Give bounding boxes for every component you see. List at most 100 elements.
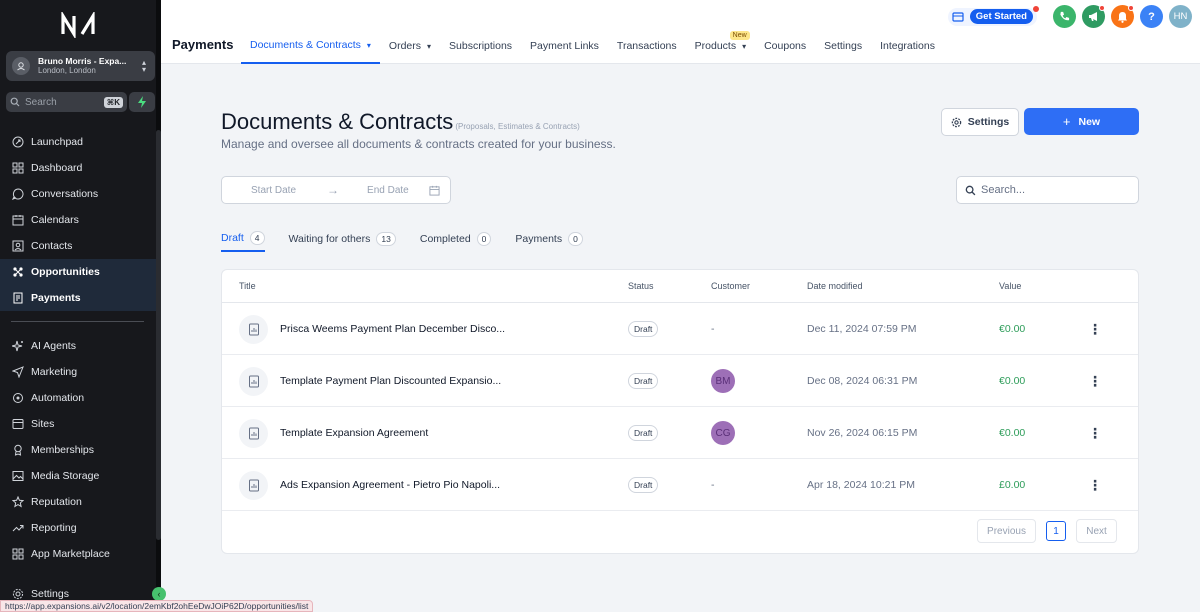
tab-payments[interactable]: Payments 0 bbox=[515, 226, 583, 252]
new-document-button[interactable]: + New bbox=[1024, 108, 1139, 135]
more-options-icon[interactable]: ⋮ bbox=[1088, 425, 1102, 442]
payments-icon bbox=[11, 291, 25, 305]
sidebar-item-automation[interactable]: Automation bbox=[0, 385, 156, 411]
sidebar-item-conversations[interactable]: Conversations bbox=[0, 181, 156, 207]
sidebar-item-reporting[interactable]: Reporting bbox=[0, 515, 156, 541]
brand-logo[interactable] bbox=[60, 12, 100, 38]
announcements-button[interactable] bbox=[1082, 5, 1105, 28]
table-header: Title Status Customer Date modified Valu… bbox=[222, 270, 1138, 303]
get-started-widget[interactable]: Get Started bbox=[947, 5, 1039, 26]
table-row[interactable]: Ads Expansion Agreement - Pietro Pio Nap… bbox=[222, 459, 1138, 511]
link-status-bar: https://app.expansions.ai/v2/location/2e… bbox=[0, 600, 314, 612]
date-range-picker[interactable]: Start Date → End Date bbox=[221, 176, 451, 204]
tab-label: Documents & Contracts bbox=[250, 39, 361, 51]
tab-waiting-for-others[interactable]: Waiting for others 13 bbox=[289, 226, 396, 252]
send-icon bbox=[11, 365, 25, 379]
sidebar-item-opportunities[interactable]: Opportunities bbox=[0, 259, 156, 285]
previous-page-button[interactable]: Previous bbox=[977, 519, 1036, 543]
table-row[interactable]: Template Expansion Agreement Draft CG No… bbox=[222, 407, 1138, 459]
column-customer[interactable]: Customer bbox=[711, 281, 750, 291]
get-started-button[interactable]: Get Started bbox=[969, 9, 1033, 24]
help-button[interactable]: ? bbox=[1140, 5, 1163, 28]
sidebar-item-launchpad[interactable]: Launchpad bbox=[0, 129, 156, 155]
quick-action-button[interactable] bbox=[129, 92, 155, 112]
document-title[interactable]: Template Expansion Agreement bbox=[280, 407, 428, 459]
sidebar-search[interactable]: Search ⌘K bbox=[6, 92, 127, 112]
tab-count: 0 bbox=[568, 232, 583, 246]
sidebar-item-label: Opportunities bbox=[31, 266, 100, 278]
tab-documents-contracts[interactable]: Documents & Contracts ▾ bbox=[241, 28, 380, 64]
more-options-icon[interactable]: ⋮ bbox=[1088, 477, 1102, 494]
tab-draft[interactable]: Draft 4 bbox=[221, 226, 265, 252]
tab-products[interactable]: Products ▾ New bbox=[686, 28, 755, 64]
customer-avatar[interactable]: CG bbox=[711, 421, 735, 445]
date-modified: Nov 26, 2024 06:15 PM bbox=[807, 427, 918, 439]
sidebar-item-sites[interactable]: Sites bbox=[0, 411, 156, 437]
notifications-button[interactable] bbox=[1111, 5, 1134, 28]
search-input[interactable]: Search... bbox=[956, 176, 1139, 204]
settings-button-label: Settings bbox=[967, 116, 1010, 128]
tab-subscriptions[interactable]: Subscriptions bbox=[440, 28, 521, 64]
customer-avatar[interactable]: BM bbox=[711, 369, 735, 393]
sidebar-item-label: App Marketplace bbox=[31, 548, 110, 560]
status-badge: Draft bbox=[628, 477, 659, 493]
document-icon bbox=[239, 366, 268, 396]
sidebar-scrollbar[interactable] bbox=[156, 130, 161, 540]
tab-orders[interactable]: Orders ▾ bbox=[380, 28, 440, 64]
tab-label: Payments bbox=[515, 233, 563, 245]
document-icon bbox=[239, 314, 268, 344]
notification-dot bbox=[1128, 5, 1134, 11]
document-title[interactable]: Ads Expansion Agreement - Pietro Pio Nap… bbox=[280, 459, 500, 511]
sidebar-item-ai-agents[interactable]: AI Agents bbox=[0, 333, 156, 359]
tab-completed[interactable]: Completed 0 bbox=[420, 226, 492, 252]
tab-coupons[interactable]: Coupons bbox=[755, 28, 815, 64]
document-title[interactable]: Prisca Weems Payment Plan December Disco… bbox=[280, 303, 505, 355]
new-button-label: New bbox=[1078, 115, 1101, 128]
sidebar-item-memberships[interactable]: Memberships bbox=[0, 437, 156, 463]
column-date-modified[interactable]: Date modified bbox=[807, 281, 863, 291]
tab-settings[interactable]: Settings bbox=[815, 28, 871, 64]
account-switcher[interactable]: Bruno Morris - Expa... London, London ▴ ▾ bbox=[6, 51, 155, 81]
sidebar-item-app-marketplace[interactable]: App Marketplace bbox=[0, 541, 156, 567]
sidebar-item-label: Dashboard bbox=[31, 162, 83, 174]
tab-transactions[interactable]: Transactions bbox=[608, 28, 686, 64]
more-options-icon[interactable]: ⋮ bbox=[1088, 373, 1102, 390]
page-title: Payments bbox=[172, 37, 234, 52]
sidebar-item-marketing[interactable]: Marketing bbox=[0, 359, 156, 385]
sidebar-item-dashboard[interactable]: Dashboard bbox=[0, 155, 156, 181]
phone-icon bbox=[1060, 11, 1070, 21]
column-value[interactable]: Value bbox=[999, 281, 1021, 291]
membership-icon bbox=[11, 443, 25, 457]
table-row[interactable]: Prisca Weems Payment Plan December Disco… bbox=[222, 303, 1138, 355]
more-options-icon[interactable]: ⋮ bbox=[1088, 321, 1102, 338]
table-row[interactable]: Template Payment Plan Discounted Expansi… bbox=[222, 355, 1138, 407]
sidebar-item-media-storage[interactable]: Media Storage bbox=[0, 463, 156, 489]
page-heading-subtitle: (Proposals, Estimates & Contracts) bbox=[455, 122, 580, 131]
next-page-button[interactable]: Next bbox=[1076, 519, 1117, 543]
document-title[interactable]: Template Payment Plan Discounted Expansi… bbox=[280, 355, 501, 407]
settings-button[interactable]: Settings bbox=[941, 108, 1019, 136]
tab-payment-links[interactable]: Payment Links bbox=[521, 28, 608, 64]
sidebar-item-contacts[interactable]: Contacts bbox=[0, 233, 156, 259]
notification-dot bbox=[1099, 5, 1105, 11]
user-avatar[interactable]: HN bbox=[1169, 5, 1192, 28]
sidebar-item-label: Launchpad bbox=[31, 136, 83, 148]
sidebar-item-calendars[interactable]: Calendars bbox=[0, 207, 156, 233]
sidebar-collapse-button[interactable]: ‹ bbox=[152, 587, 166, 601]
date-modified: Apr 18, 2024 10:21 PM bbox=[807, 479, 915, 491]
page-heading: Documents & Contracts bbox=[221, 109, 454, 134]
column-status[interactable]: Status bbox=[628, 281, 654, 291]
tab-integrations[interactable]: Integrations bbox=[871, 28, 944, 64]
search-icon bbox=[10, 97, 20, 107]
phone-button[interactable] bbox=[1053, 5, 1076, 28]
sidebar-item-reputation[interactable]: Reputation bbox=[0, 489, 156, 515]
page-number[interactable]: 1 bbox=[1046, 521, 1066, 541]
dashboard-icon bbox=[11, 161, 25, 175]
tab-label: Completed bbox=[419, 233, 471, 245]
end-date-field[interactable]: End Date bbox=[367, 185, 409, 196]
column-title[interactable]: Title bbox=[239, 281, 256, 291]
sidebar-item-payments[interactable]: Payments bbox=[0, 285, 156, 311]
calendar-icon bbox=[11, 213, 25, 227]
start-date-field[interactable]: Start Date bbox=[251, 185, 296, 196]
search-shortcut: ⌘K bbox=[103, 96, 123, 108]
